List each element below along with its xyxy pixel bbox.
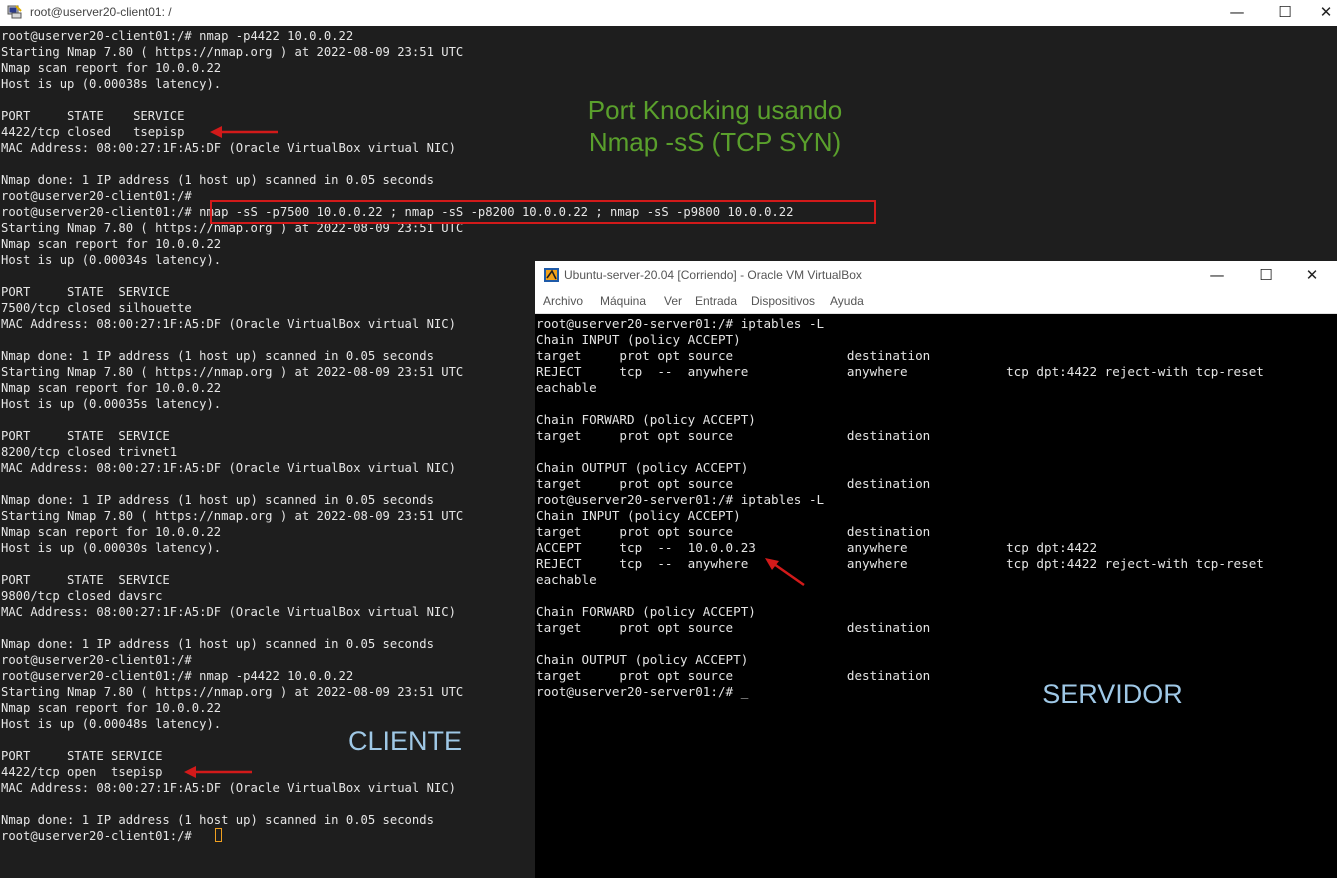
terminal-line: Nmap done: 1 IP address (1 host up) scan… — [1, 349, 434, 363]
terminal-line: Host is up (0.00030s latency). — [1, 541, 222, 555]
terminal-line: Starting Nmap 7.80 ( https://nmap.org ) … — [1, 45, 464, 59]
terminal-line: MAC Address: 08:00:27:1F:A5:DF (Oracle V… — [1, 781, 456, 795]
terminal-line: Host is up (0.00035s latency). — [1, 397, 222, 411]
arrow-icon — [765, 558, 805, 587]
terminal-line: root@userver20-server01:/# iptables -L — [536, 492, 825, 507]
cliente-label: CLIENTE — [347, 726, 463, 756]
terminal-line: REJECT tcp -- anywhere anywhere tcp dpt:… — [536, 364, 1264, 379]
terminal-line: 7500/tcp closed silhouette — [1, 301, 192, 315]
terminal-line: Nmap scan report for 10.0.0.22 — [1, 701, 222, 715]
vbox-maximize-button[interactable]: ☐ — [1256, 265, 1276, 285]
arrow-icon — [184, 766, 252, 778]
terminal-line: target prot opt source destination — [536, 348, 931, 363]
terminal-line: Nmap done: 1 IP address (1 host up) scan… — [1, 493, 434, 507]
terminal-line: PORT STATE SERVICE — [1, 109, 185, 123]
menu-ayuda[interactable]: Ayuda — [830, 294, 864, 308]
terminal-line: root@userver20-server01:/# iptables -L — [536, 316, 825, 331]
terminal-line: root@userver20-client01:/# nmap -p4422 1… — [1, 29, 354, 43]
terminal-line: target prot opt source destination — [536, 428, 931, 443]
server-console[interactable]: root@userver20-server01:/# iptables -L Ch… — [535, 314, 1337, 878]
heading-line-2: Nmap -sS (TCP SYN) — [588, 127, 842, 157]
terminal-line: Chain INPUT (policy ACCEPT) — [536, 508, 741, 523]
terminal-line: eachable — [536, 572, 597, 587]
terminal-cursor — [215, 828, 222, 842]
terminal-line: target prot opt source destination — [536, 668, 931, 683]
terminal-line: root@userver20-client01:/# — [1, 829, 200, 843]
terminal-line: Nmap done: 1 IP address (1 host up) scan… — [1, 637, 434, 651]
vbox-minimize-button[interactable]: — — [1207, 265, 1227, 285]
heading-line-1: Port Knocking usando — [587, 95, 843, 125]
terminal-line: Nmap scan report for 10.0.0.22 — [1, 381, 222, 395]
terminal-line: 4422/tcp closed tsepisp — [1, 125, 185, 139]
terminal-line: Starting Nmap 7.80 ( https://nmap.org ) … — [1, 685, 464, 699]
virtualbox-window-title: Ubuntu-server-20.04 [Corriendo] - Oracle… — [564, 268, 862, 282]
terminal-line: Host is up (0.00034s latency). — [1, 253, 222, 267]
terminal-line: Starting Nmap 7.80 ( https://nmap.org ) … — [1, 365, 464, 379]
terminal-line: Nmap done: 1 IP address (1 host up) scan… — [1, 173, 434, 187]
terminal-line: root@userver20-client01:/# — [1, 653, 192, 667]
terminal-line: target prot opt source destination — [536, 620, 931, 635]
arrow-icon — [210, 126, 278, 138]
menu-maquina[interactable]: Máquina — [600, 294, 646, 308]
menu-archivo[interactable]: Archivo — [543, 294, 583, 308]
terminal-line: Chain OUTPUT (policy ACCEPT) — [536, 652, 749, 667]
maximize-button[interactable]: ☐ — [1275, 2, 1295, 22]
terminal-line: Host is up (0.00048s latency). — [1, 717, 222, 731]
terminal-line: Nmap scan report for 10.0.0.22 — [1, 237, 222, 251]
virtualbox-window[interactable]: Ubuntu-server-20.04 [Corriendo] - Oracle… — [535, 261, 1337, 878]
menu-dispositivos[interactable]: Dispositivos — [751, 294, 815, 308]
virtualbox-icon — [544, 268, 559, 282]
terminal-line: REJECT tcp -- anywhere anywhere tcp dpt:… — [536, 556, 1264, 571]
terminal-line: target prot opt source destination — [536, 524, 931, 539]
terminal-line: Starting Nmap 7.80 ( https://nmap.org ) … — [1, 509, 464, 523]
minimize-button[interactable]: — — [1227, 2, 1247, 22]
terminal-line: Nmap done: 1 IP address (1 host up) scan… — [1, 813, 434, 827]
terminal-line: Nmap scan report for 10.0.0.22 — [1, 525, 222, 539]
terminal-line: Chain OUTPUT (policy ACCEPT) — [536, 460, 749, 475]
terminal-line: Nmap scan report for 10.0.0.22 — [1, 61, 222, 75]
terminal-line: root@userver20-server01:/# _ — [536, 684, 749, 699]
terminal-line: Host is up (0.00038s latency). — [1, 77, 222, 91]
close-button[interactable]: ✕ — [1316, 2, 1336, 22]
terminal-line: Chain FORWARD (policy ACCEPT) — [536, 604, 756, 619]
client-window-title: root@userver20-client01: / — [30, 5, 172, 19]
terminal-line: 9800/tcp closed davsrc — [1, 589, 163, 603]
virtualbox-titlebar[interactable]: Ubuntu-server-20.04 [Corriendo] - Oracle… — [535, 261, 1337, 289]
putty-icon — [7, 5, 22, 19]
terminal-line: PORT STATE SERVICE — [1, 749, 163, 763]
terminal-line: PORT STATE SERVICE — [1, 573, 170, 587]
virtualbox-menubar: Archivo Máquina Ver Entrada Dispositivos… — [535, 289, 1337, 314]
terminal-line: eachable — [536, 380, 597, 395]
terminal-line: MAC Address: 08:00:27:1F:A5:DF (Oracle V… — [1, 141, 456, 155]
menu-ver[interactable]: Ver — [664, 294, 682, 308]
terminal-line: target prot opt source destination — [536, 476, 931, 491]
menu-entrada[interactable]: Entrada — [695, 294, 737, 308]
terminal-line: Chain FORWARD (policy ACCEPT) — [536, 412, 756, 427]
terminal-line: PORT STATE SERVICE — [1, 429, 170, 443]
terminal-line: ACCEPT tcp -- 10.0.0.23 anywhere tcp dpt… — [536, 540, 1098, 555]
terminal-line: Chain INPUT (policy ACCEPT) — [536, 332, 741, 347]
terminal-line: 8200/tcp closed trivnet1 — [1, 445, 178, 459]
terminal-line: root@userver20-client01:/# — [1, 189, 192, 203]
command-highlight-box — [210, 200, 876, 224]
terminal-line: MAC Address: 08:00:27:1F:A5:DF (Oracle V… — [1, 461, 456, 475]
terminal-line: root@userver20-client01:/# nmap -p4422 1… — [1, 669, 354, 683]
servidor-label: SERVIDOR — [1042, 679, 1183, 709]
terminal-line: PORT STATE SERVICE — [1, 285, 170, 299]
terminal-line: MAC Address: 08:00:27:1F:A5:DF (Oracle V… — [1, 317, 456, 331]
heading-annotation: Port Knocking usando Nmap -sS (TCP SYN) — [560, 94, 870, 158]
terminal-line: MAC Address: 08:00:27:1F:A5:DF (Oracle V… — [1, 605, 456, 619]
client-titlebar[interactable]: root@userver20-client01: / — ☐ ✕ — [0, 0, 1337, 26]
terminal-line: 4422/tcp open tsepisp — [1, 765, 163, 779]
vbox-close-button[interactable]: ✕ — [1302, 265, 1322, 285]
